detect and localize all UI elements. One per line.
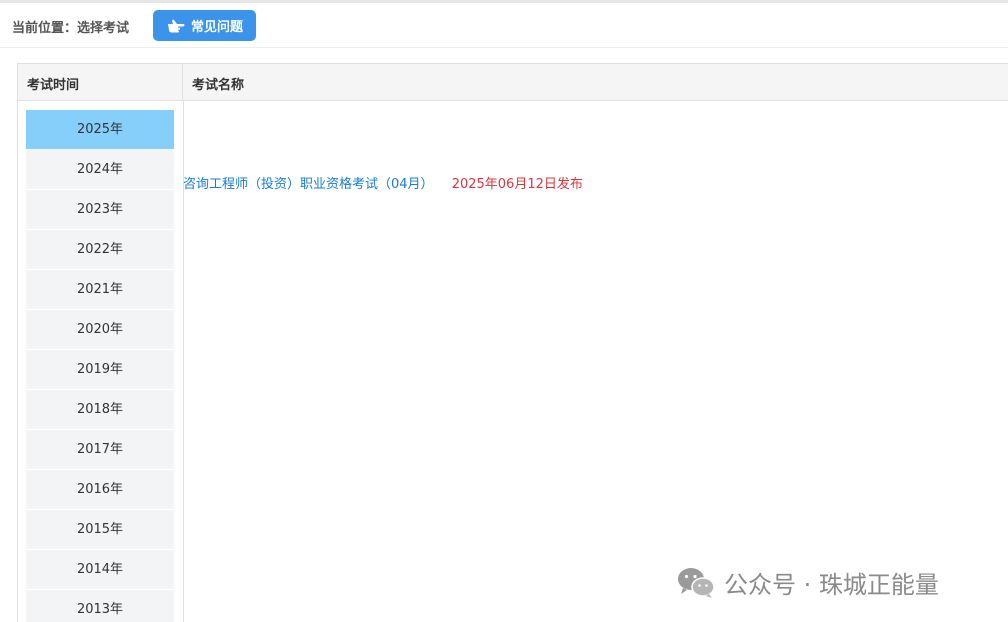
year-item[interactable]: 2020年 — [26, 310, 174, 350]
wechat-icon — [678, 567, 715, 598]
table-header: 考试时间 考试名称 — [18, 64, 1008, 101]
year-item[interactable]: 2017年 — [26, 430, 174, 470]
watermark: 公众号 · 珠城正能量 — [676, 565, 939, 600]
year-item[interactable]: 2013年 — [26, 590, 174, 622]
header-bar: 当前位置：选择考试 常见问题 — [0, 3, 1008, 48]
year-item[interactable]: 2023年 — [26, 190, 174, 230]
exam-table: 考试时间 考试名称 2025年 2024年 2023年 2022年 2021年 2020年… — [17, 63, 1008, 622]
exam-row: 咨询工程师（投资）职业资格考试（04月） 2025年06月12日发布 — [183, 173, 583, 192]
year-item[interactable]: 2024年 — [26, 150, 174, 190]
watermark-text: 公众号 · 珠城正能量 — [724, 571, 939, 599]
year-item[interactable]: 2016年 — [26, 470, 174, 510]
year-item[interactable]: 2018年 — [26, 390, 174, 430]
exam-link[interactable]: 咨询工程师（投资）职业资格考试（04月） — [183, 177, 434, 192]
breadcrumb: 当前位置：选择考试 — [12, 21, 130, 36]
faq-button[interactable]: 常见问题 — [153, 10, 256, 41]
year-item[interactable]: 2015年 — [26, 510, 174, 550]
faq-button-label: 常见问题 — [191, 20, 244, 35]
pointing-hand-icon — [168, 19, 185, 32]
year-item[interactable]: 2019年 — [26, 350, 174, 390]
column-header-exam-time: 考试时间 — [18, 64, 183, 101]
year-item[interactable]: 2022年 — [26, 230, 174, 270]
year-item[interactable]: 2014年 — [26, 550, 174, 590]
year-item[interactable]: 2021年 — [26, 270, 174, 310]
year-item[interactable]: 2025年 — [26, 110, 174, 150]
column-header-exam-name: 考试名称 — [192, 78, 245, 93]
exam-publish-date: 2025年06月12日发布 — [451, 177, 583, 192]
year-list: 2025年 2024年 2023年 2022年 2021年 2020年 2019年 2018年… — [26, 110, 174, 622]
